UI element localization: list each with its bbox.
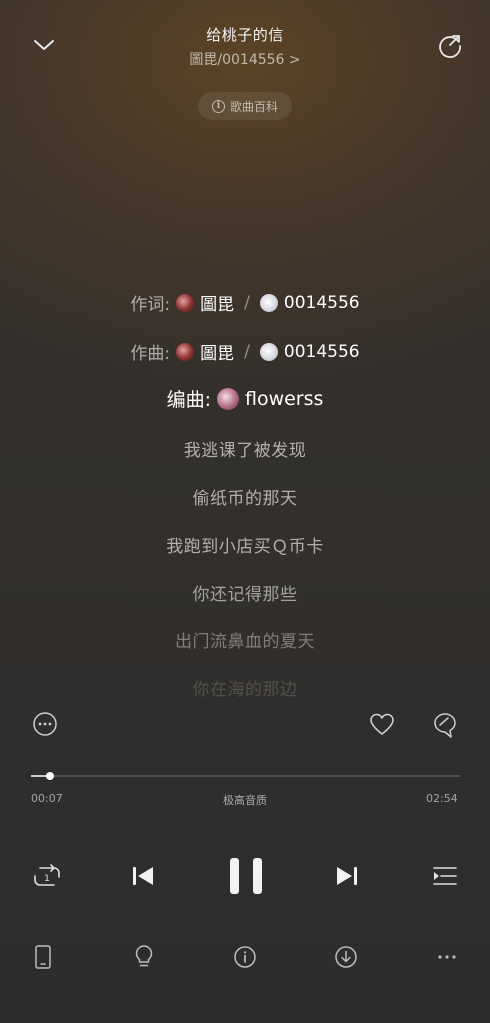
pause-icon[interactable]: [226, 856, 266, 896]
comment-icon[interactable]: [432, 711, 458, 739]
repeat-one-icon[interactable]: 1: [32, 861, 62, 891]
info-icon[interactable]: [233, 945, 257, 969]
song-wiki-label: 歌曲百科: [229, 99, 278, 114]
arranger-credit: 编曲: flowerss: [0, 385, 490, 412]
separator: /: [244, 341, 250, 362]
credit-label: 作词:: [130, 295, 171, 315]
more-circle-icon[interactable]: [32, 711, 58, 737]
lyric-line[interactable]: 我跑到小店买Ｑ币卡: [0, 532, 490, 557]
previous-icon[interactable]: [128, 861, 158, 891]
song-wiki-button[interactable]: i 歌曲百科: [198, 92, 292, 120]
credit-name[interactable]: flowerss: [245, 388, 323, 410]
avatar: [176, 293, 195, 312]
svg-text:1: 1: [44, 874, 50, 884]
avatar: [259, 293, 278, 312]
info-icon: i: [211, 99, 225, 113]
next-icon[interactable]: [332, 861, 362, 891]
lyric-line[interactable]: 我逃课了被发现: [0, 436, 490, 461]
lyricist-credit: 作词: 圖毘 / 0014556: [0, 290, 490, 316]
credit-label: 作曲:: [130, 344, 171, 364]
bulb-icon[interactable]: [132, 944, 156, 970]
download-icon[interactable]: [334, 945, 358, 969]
artist-link[interactable]: 圖毘/0014556 >: [0, 49, 490, 69]
avatar: [216, 387, 239, 410]
lyric-line[interactable]: 出门流鼻血的夏天: [0, 627, 490, 652]
phone-icon[interactable]: [31, 944, 55, 970]
lyric-line[interactable]: 偷纸币的那天: [0, 484, 490, 509]
credit-name[interactable]: 圖毘: [200, 290, 234, 315]
progress-knob[interactable]: [46, 772, 54, 780]
share-icon[interactable]: [436, 32, 464, 60]
avatar: [259, 342, 278, 361]
lyric-line[interactable]: 你还记得那些: [0, 580, 490, 605]
lyric-line[interactable]: 你在海的那边: [0, 675, 490, 700]
heart-icon[interactable]: [368, 711, 396, 739]
separator: /: [244, 292, 250, 313]
quality-button[interactable]: 极高音质: [0, 792, 490, 808]
progress-slider[interactable]: [31, 772, 460, 780]
song-title: 给桃子的信: [206, 26, 284, 44]
avatar: [176, 342, 195, 361]
credit-name[interactable]: 0014556: [284, 342, 360, 362]
more-dots-icon[interactable]: [435, 945, 459, 969]
total-time: 02:54: [426, 792, 458, 805]
composer-credit: 作曲: 圖毘 / 0014556: [0, 339, 490, 365]
playlist-icon[interactable]: [430, 861, 460, 891]
credit-name[interactable]: 0014556: [284, 293, 360, 313]
credit-label: 编曲:: [166, 389, 211, 411]
credit-name[interactable]: 圖毘: [200, 339, 234, 364]
